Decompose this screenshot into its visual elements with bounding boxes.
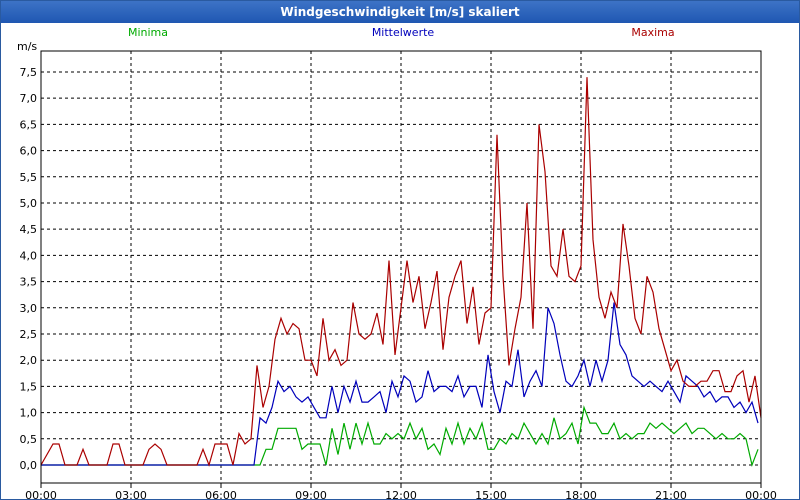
y-tick-label: 5,5 — [20, 171, 38, 184]
series-line-minima — [41, 405, 759, 468]
window-title: Windgeschwindigkeit [m/s] skaliert — [1, 1, 799, 23]
legend-item-maxima: Maxima — [631, 26, 674, 39]
legend: Minima Mittelwerte Maxima — [128, 26, 675, 39]
x-tick-time: 09:00 — [295, 489, 327, 499]
y-tick-label: 3,0 — [20, 302, 38, 315]
x-tick-time: 00:00 — [745, 489, 777, 499]
x-tick-time: 06:00 — [205, 489, 237, 499]
y-tick-label: 3,5 — [20, 276, 38, 289]
y-tick-label: 6,5 — [20, 118, 38, 131]
legend-item-minima: Minima — [128, 26, 168, 39]
y-tick-label: 2,5 — [20, 328, 38, 341]
y-tick-label: 4,0 — [20, 249, 38, 262]
x-tick-time: 12:00 — [385, 489, 417, 499]
series-line-mittelwerte — [41, 302, 759, 466]
y-tick-label: 0,0 — [20, 459, 38, 472]
y-tick-label: 5,0 — [20, 197, 38, 210]
x-tick-labels: 00:0013.07.1303:0013.07.1306:0013.07.130… — [25, 489, 777, 499]
y-tick-label: 2,0 — [20, 354, 38, 367]
y-tick-labels: 0,0 0,5 1,0 1,5 2,0 2,5 3,0 3,5 4,0 4,5 5,0 5,5 6,0 6… — [20, 66, 38, 472]
x-tick-time: 15:00 — [475, 489, 507, 499]
y-tick-label: 1,5 — [20, 380, 38, 393]
y-tick-label: 0,5 — [20, 433, 38, 446]
y-tick-label: 6,0 — [20, 145, 38, 158]
y-tick-label: 7,5 — [20, 66, 38, 79]
line-chart: m/s 0,0 0,5 1,0 1,5 2,0 2,5 3,0 3,5 4,0 4,5 5,0 5,5… — [17, 26, 777, 499]
x-tick-time: 00:00 — [25, 489, 57, 499]
y-tick-label: 7,0 — [20, 92, 38, 105]
x-tick-time: 21:00 — [655, 489, 687, 499]
grid-lines — [40, 51, 762, 488]
legend-item-mittelwerte: Mittelwerte — [372, 26, 435, 39]
chart-window: Windgeschwindigkeit [m/s] skaliert m/s 0… — [0, 0, 800, 500]
y-axis-label: m/s — [17, 40, 37, 53]
y-tick-label: 4,5 — [20, 223, 38, 236]
y-tick-label: 1,0 — [20, 407, 38, 420]
x-tick-time: 03:00 — [115, 489, 147, 499]
x-tick-time: 18:00 — [565, 489, 597, 499]
